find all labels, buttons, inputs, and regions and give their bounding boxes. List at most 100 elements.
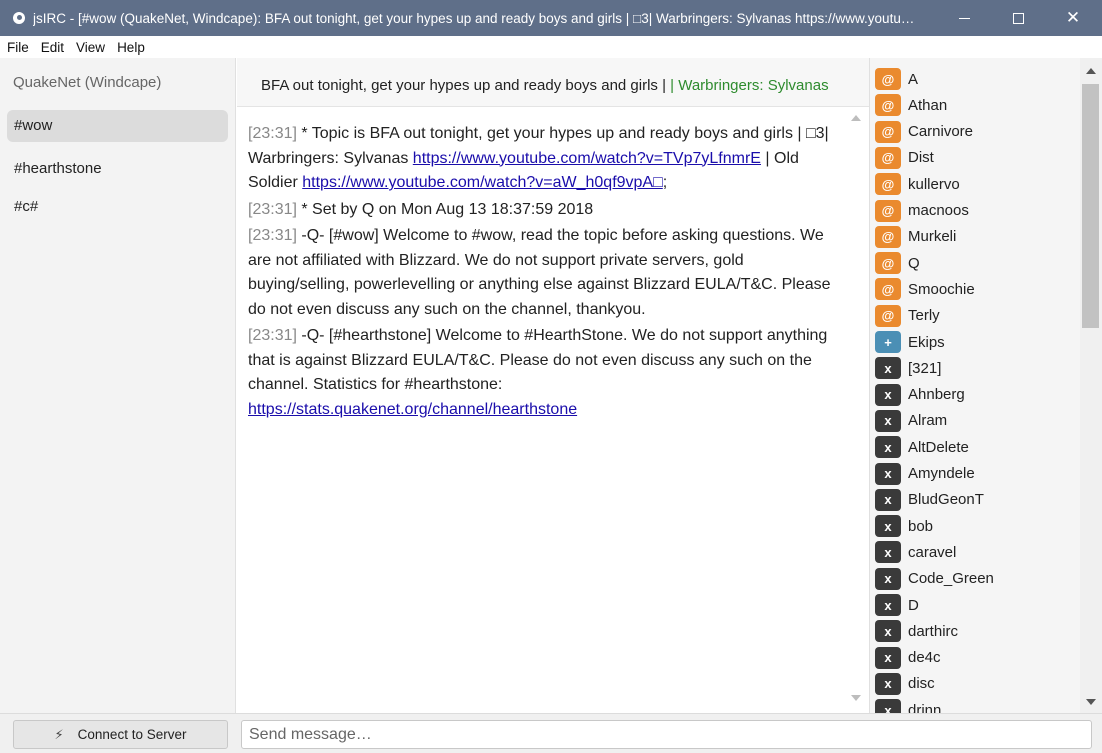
user-nickname: A <box>908 70 919 88</box>
user-list-item[interactable]: x caravel <box>875 540 956 564</box>
user-list-item[interactable]: @ Athan <box>875 93 947 117</box>
message-timestamp: [23:31] <box>248 125 297 142</box>
message-timestamp: [23:31] <box>248 227 297 244</box>
menu-file[interactable]: File <box>7 40 29 55</box>
user-mode-badge: x <box>875 672 901 695</box>
user-nickname: macnoos <box>908 202 969 219</box>
user-mode-badge: x <box>875 436 901 459</box>
user-mode-badge: x <box>875 488 901 511</box>
user-list-item[interactable]: x drinn <box>875 698 941 713</box>
user-nickname: bob <box>908 517 934 535</box>
user-mode-badge: @ <box>875 120 901 143</box>
message-scrollbar[interactable] <box>843 108 869 713</box>
channel-item-hearthstone[interactable]: #hearthstone <box>7 153 228 185</box>
user-list: @ A @ Athan @ Carnivore @ Dist @ kullervo @ macnoos… <box>869 58 1080 713</box>
user-list-item[interactable]: + Ekips <box>875 330 945 354</box>
message-text: * Set by Q on Mon Aug 13 18:37:59 2018 <box>296 200 594 218</box>
user-nickname: Ahnberg <box>908 386 965 404</box>
server-name[interactable]: QuakeNet (Windcape) <box>13 74 161 91</box>
user-nickname: Athan <box>908 96 948 114</box>
menu-edit[interactable]: Edit <box>41 40 64 55</box>
user-nickname: darthirc <box>908 622 959 640</box>
user-mode-badge: x <box>875 567 901 590</box>
channel-item-wow[interactable]: #wow <box>7 110 228 142</box>
user-list-item[interactable]: x Ahnberg <box>875 383 965 407</box>
user-mode-badge: + <box>875 331 901 353</box>
scroll-up-icon[interactable] <box>1086 68 1096 74</box>
user-nickname: Carnivore <box>908 123 974 141</box>
user-list-item[interactable]: @ Murkeli <box>875 225 956 249</box>
user-nickname: Terly <box>908 307 940 325</box>
user-list-item[interactable]: x BludGeonT <box>875 488 984 512</box>
user-nickname: Code_Green <box>908 570 994 588</box>
user-list-item[interactable]: @ Q <box>875 251 920 275</box>
message-input[interactable] <box>241 720 1092 749</box>
user-nickname: AltDelete <box>908 438 969 456</box>
minimize-button[interactable] <box>938 0 990 36</box>
channel-topic: BFA out tonight, get your hypes up and r… <box>237 58 869 107</box>
user-list-item[interactable]: @ macnoos <box>875 199 969 223</box>
user-list-item[interactable]: @ A <box>875 67 918 91</box>
message-link[interactable]: https://www.youtube.com/watch?v=TVp7yLfn… <box>413 150 761 167</box>
menu-help[interactable]: Help <box>117 40 145 55</box>
scrollbar-thumb[interactable] <box>1082 84 1099 328</box>
user-list-item[interactable]: @ Smoochie <box>875 277 975 301</box>
menu-view[interactable]: View <box>76 40 105 55</box>
message-text: -Q- [#wow] Welcome to #wow, read the top… <box>248 227 831 318</box>
user-list-item[interactable]: x AltDelete <box>875 435 969 459</box>
user-nickname: Q <box>908 254 920 272</box>
user-list-item[interactable]: @ kullervo <box>875 172 960 196</box>
message-log: [23:31] * Topic is BFA out tonight, get … <box>237 108 843 713</box>
user-list-scrollbar[interactable] <box>1080 58 1102 713</box>
user-list-item[interactable]: @ Terly <box>875 304 940 328</box>
user-mode-badge: @ <box>875 225 901 248</box>
user-nickname: Smoochie <box>908 280 975 298</box>
scroll-up-icon[interactable] <box>851 115 861 121</box>
message-link[interactable]: https://stats.quakenet.org/channel/heart… <box>248 401 577 418</box>
message-line: [23:31] * Topic is BFA out tonight, get … <box>248 122 833 196</box>
user-nickname: Dist <box>908 149 934 167</box>
user-mode-badge: @ <box>875 252 901 275</box>
channel-sidebar: QuakeNet (Windcape) #wow #hearthstone #c… <box>0 58 236 713</box>
user-list-item[interactable]: @ Dist <box>875 146 934 170</box>
user-list-item[interactable]: x disc <box>875 672 935 696</box>
channel-item-csharp[interactable]: #c# <box>7 191 228 223</box>
user-list-item[interactable]: x de4c <box>875 646 941 670</box>
user-mode-badge: x <box>875 541 901 564</box>
user-list-item[interactable]: x bob <box>875 514 933 538</box>
user-nickname: disc <box>908 675 935 693</box>
user-list-item[interactable]: x [321] <box>875 356 941 380</box>
user-nickname: kullervo <box>908 175 960 193</box>
maximize-icon <box>1012 12 1024 24</box>
user-list-item[interactable]: x Amyndele <box>875 462 975 486</box>
user-list-item[interactable]: @ Carnivore <box>875 120 973 144</box>
message-text: ; <box>662 174 668 191</box>
user-nickname: drinn <box>908 701 942 713</box>
user-nickname: Alram <box>908 412 948 430</box>
title-bar: jsIRC - [#wow (QuakeNet, Windcape): BFA … <box>0 0 1102 36</box>
user-nickname: D <box>908 596 919 614</box>
message-line: [23:31] -Q- [#hearthstone] Welcome to #H… <box>248 324 833 422</box>
message-line: [23:31] -Q- [#wow] Welcome to #wow, read… <box>248 224 833 322</box>
user-mode-badge: x <box>875 515 901 538</box>
maximize-button[interactable] <box>992 0 1044 36</box>
message-link[interactable]: https://www.youtube.com/watch?v=aW_h0qf9… <box>302 174 663 191</box>
user-list-item[interactable]: x Alram <box>875 409 947 433</box>
scroll-down-icon[interactable] <box>1086 699 1096 705</box>
user-nickname: de4c <box>908 649 941 667</box>
user-list-item[interactable]: x Code_Green <box>875 567 994 591</box>
user-nickname: caravel <box>908 543 957 561</box>
user-mode-badge: x <box>875 357 901 380</box>
topic-colored-text: | Warbringers: Sylvanas <box>670 77 829 94</box>
user-list-item[interactable]: xD <box>875 593 919 617</box>
lightning-icon: ⚡ <box>54 726 64 742</box>
user-nickname: [321] <box>908 359 942 377</box>
user-list-item[interactable]: x darthirc <box>875 619 958 643</box>
message-timestamp: [23:31] <box>248 327 297 344</box>
user-mode-badge: @ <box>875 199 901 222</box>
close-button[interactable]: ✕ <box>1047 0 1099 36</box>
app-icon <box>13 12 25 24</box>
user-mode-badge: @ <box>875 94 901 117</box>
scroll-down-icon[interactable] <box>851 695 861 701</box>
connect-to-server-button[interactable]: ⚡ Connect to Server <box>13 720 228 749</box>
